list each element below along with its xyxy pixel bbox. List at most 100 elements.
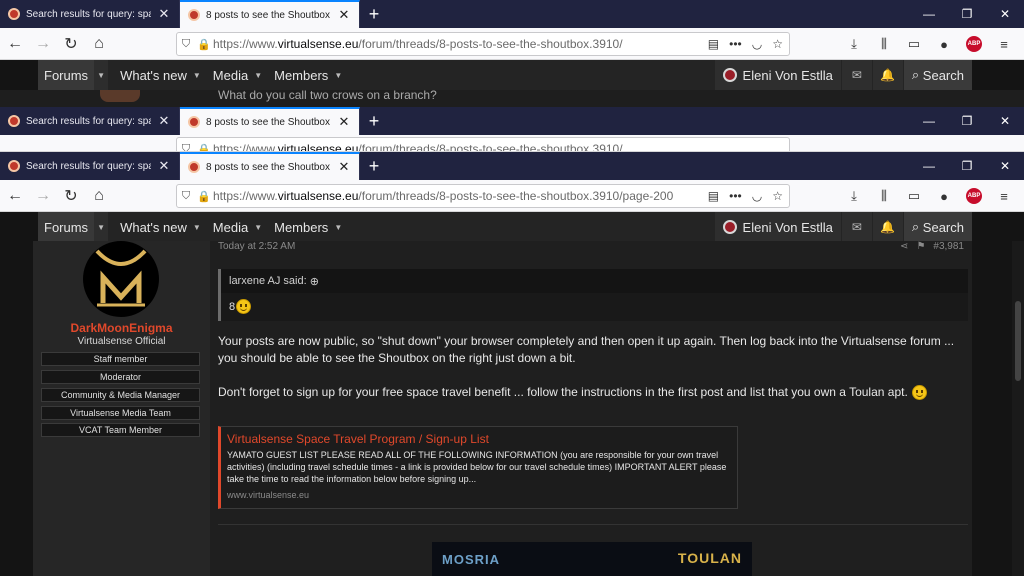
tab-shoutbox-thread[interactable]: 8 posts to see the Shoutbox | V ✕ — [180, 0, 360, 28]
user-menu[interactable]: Eleni Von Estlla — [714, 212, 841, 242]
back-icon[interactable]: ← — [2, 31, 28, 57]
close-tab-icon[interactable]: ✕ — [157, 6, 171, 22]
close-window-icon[interactable]: ✕ — [986, 152, 1024, 180]
close-tab-icon[interactable]: ✕ — [157, 113, 171, 129]
url-bar[interactable]: ⛉ 🔒 https://www. virtualsense.eu/forum/th… — [176, 184, 790, 208]
library-icon[interactable]: ⫼ — [872, 32, 896, 56]
nav-members[interactable]: Members ▼ — [268, 212, 348, 242]
quote-author[interactable]: larxene AJ said: — [229, 275, 307, 287]
new-tab-icon[interactable]: + — [360, 152, 388, 180]
new-tab-icon[interactable]: + — [360, 107, 388, 135]
tab-shoutbox-thread[interactable]: 8 posts to see the Shoutbox | V ✕ — [180, 152, 360, 180]
site-favicon-icon — [8, 8, 20, 20]
url-bar[interactable]: ⛉ 🔒 https://www. virtualsense.eu/forum/th… — [176, 137, 790, 152]
nav-whats-new[interactable]: What's new ▼ — [114, 212, 207, 242]
share-icon[interactable]: ⋖ — [900, 241, 908, 252]
sidebar-icon[interactable]: ▭ — [902, 32, 926, 56]
close-window-icon[interactable]: ✕ — [986, 107, 1024, 135]
home-icon[interactable]: ⌂ — [86, 183, 112, 209]
adblock-icon[interactable]: ABP — [966, 36, 982, 52]
bell-icon[interactable]: 🔔 — [872, 212, 903, 242]
close-tab-icon[interactable]: ✕ — [337, 159, 351, 175]
chevron-down-icon[interactable]: ▼ — [334, 223, 342, 232]
chevron-down-icon[interactable]: ▼ — [94, 60, 109, 90]
chevron-down-icon[interactable]: ▼ — [334, 71, 342, 80]
tab-shoutbox-thread[interactable]: 8 posts to see the Shoutbox | V ✕ — [180, 107, 360, 135]
reader-view-icon[interactable]: ▤ — [708, 37, 719, 51]
lock-icon[interactable]: 🔒 — [195, 38, 213, 51]
home-icon[interactable]: ⌂ — [86, 31, 112, 57]
tab-search-results[interactable]: Search results for query: space ✕ — [0, 152, 180, 180]
lock-icon[interactable]: 🔒 — [195, 190, 213, 203]
poster-avatar[interactable] — [83, 241, 159, 317]
search-button[interactable]: ⌕ Search — [903, 60, 972, 90]
chevron-down-icon[interactable]: ▼ — [94, 212, 109, 242]
post-number[interactable]: #3,981 — [933, 241, 964, 252]
minimize-icon[interactable]: — — [910, 107, 948, 135]
arrow-up-circle-icon[interactable]: ⊕ — [307, 275, 319, 288]
downloads-icon[interactable]: ⤓ — [842, 184, 866, 208]
signature-banner[interactable]: MOSRIA TOULAN — [432, 542, 752, 576]
envelope-icon[interactable]: ✉ — [841, 60, 872, 90]
badge-moderator: Moderator — [41, 370, 200, 384]
adblock-icon[interactable]: ABP — [966, 188, 982, 204]
minimize-icon[interactable]: — — [910, 152, 948, 180]
close-tab-icon[interactable]: ✕ — [337, 7, 351, 23]
sidebar-icon[interactable]: ▭ — [902, 184, 926, 208]
page-actions-icon[interactable]: ••• — [729, 37, 742, 51]
tab-search-results[interactable]: Search results for query: space ✕ — [0, 0, 180, 28]
nav-media[interactable]: Media ▼ — [207, 212, 268, 242]
reload-icon[interactable]: ↻ — [58, 183, 84, 209]
scrollbar[interactable] — [1012, 241, 1024, 576]
chevron-down-icon[interactable]: ▼ — [254, 71, 262, 80]
chevron-down-icon[interactable]: ▼ — [193, 223, 201, 232]
forward-icon[interactable]: → — [30, 31, 56, 57]
user-menu[interactable]: Eleni Von Estlla — [714, 60, 841, 90]
shield-icon[interactable]: ⛉ — [177, 38, 195, 51]
nav-whats-new[interactable]: What's new ▼ — [114, 60, 207, 90]
minimize-icon[interactable]: — — [910, 0, 948, 28]
page-actions-icon[interactable]: ••• — [729, 189, 742, 203]
lock-icon[interactable]: 🔒 — [195, 143, 213, 152]
pocket-icon[interactable]: ◡ — [752, 189, 762, 203]
reload-icon[interactable]: ↻ — [58, 31, 84, 57]
nav-members[interactable]: Members ▼ — [268, 60, 348, 90]
account-icon[interactable]: ● — [932, 184, 956, 208]
library-icon[interactable]: ⫼ — [872, 184, 896, 208]
close-tab-icon[interactable]: ✕ — [337, 114, 351, 130]
account-icon[interactable]: ● — [932, 32, 956, 56]
bookmark-icon[interactable]: ⚑ — [916, 241, 925, 252]
chevron-down-icon[interactable]: ▼ — [193, 71, 201, 80]
shield-icon[interactable]: ⛉ — [177, 190, 195, 203]
nav-forums[interactable]: Forums — [38, 60, 95, 90]
tab-search-results[interactable]: Search results for query: space ✕ — [0, 107, 180, 135]
scrollbar-thumb[interactable] — [1015, 301, 1021, 381]
new-tab-icon[interactable]: + — [360, 0, 388, 28]
menu-icon[interactable]: ≡ — [992, 184, 1016, 208]
downloads-icon[interactable]: ⤓ — [842, 32, 866, 56]
nav-forums[interactable]: Forums — [38, 212, 95, 242]
link-title[interactable]: Virtualsense Space Travel Program / Sign… — [227, 432, 731, 446]
chevron-down-icon[interactable]: ▼ — [254, 223, 262, 232]
forward-icon[interactable]: → — [30, 183, 56, 209]
restore-icon[interactable]: ❐ — [948, 107, 986, 135]
bell-icon[interactable]: 🔔 — [872, 60, 903, 90]
close-window-icon[interactable]: ✕ — [986, 0, 1024, 28]
bookmark-star-icon[interactable]: ☆ — [772, 37, 783, 51]
search-button[interactable]: ⌕ Search — [903, 212, 972, 242]
link-preview-card[interactable]: Virtualsense Space Travel Program / Sign… — [218, 426, 738, 509]
menu-icon[interactable]: ≡ — [992, 32, 1016, 56]
url-bar[interactable]: ⛉ 🔒 https://www. virtualsense.eu/forum/th… — [176, 32, 790, 56]
pocket-icon[interactable]: ◡ — [752, 37, 762, 51]
post-timestamp[interactable]: Today at 2:52 AM — [218, 241, 295, 252]
restore-icon[interactable]: ❐ — [948, 0, 986, 28]
reader-view-icon[interactable]: ▤ — [708, 189, 719, 203]
restore-icon[interactable]: ❐ — [948, 152, 986, 180]
back-icon[interactable]: ← — [2, 183, 28, 209]
bookmark-star-icon[interactable]: ☆ — [772, 189, 783, 203]
nav-media[interactable]: Media ▼ — [207, 60, 268, 90]
poster-name[interactable]: DarkMoonEnigma — [33, 321, 210, 335]
envelope-icon[interactable]: ✉ — [841, 212, 872, 242]
shield-icon[interactable]: ⛉ — [177, 143, 195, 152]
close-tab-icon[interactable]: ✕ — [157, 158, 171, 174]
